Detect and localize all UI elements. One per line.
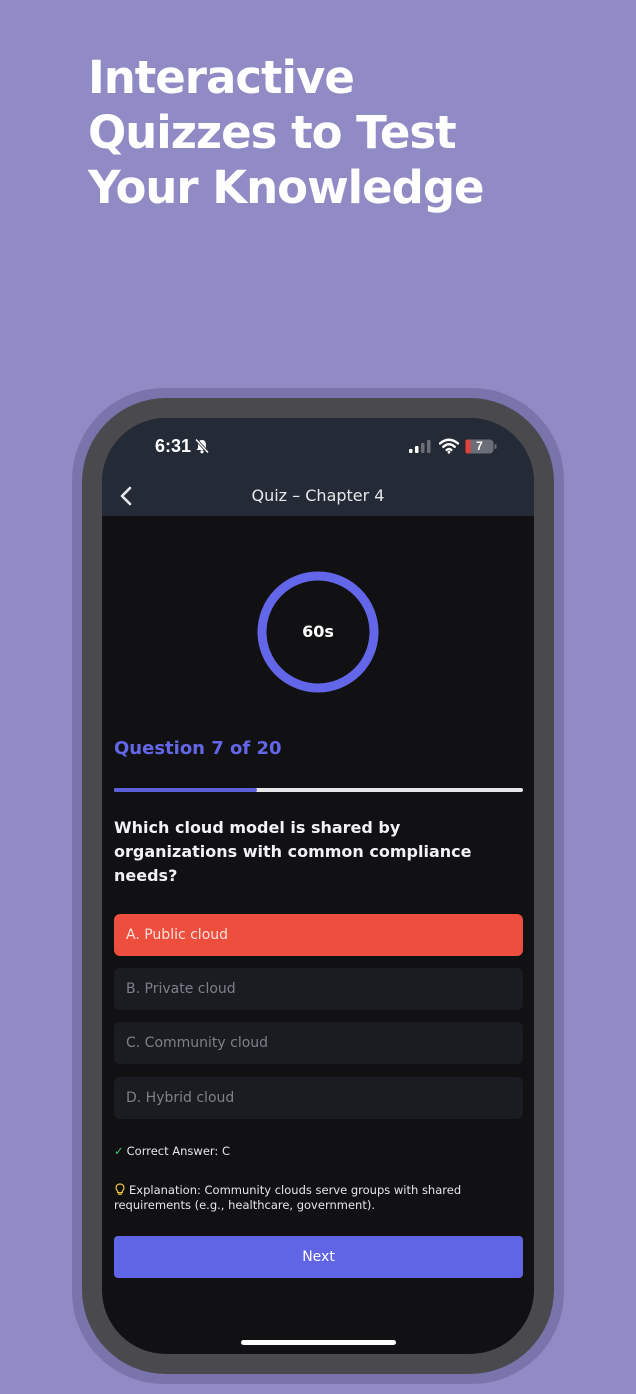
option-a[interactable]: A. Public cloud	[114, 914, 523, 956]
question-text: Which cloud model is shared by organizat…	[114, 818, 472, 885]
home-indicator[interactable]	[241, 1340, 396, 1345]
option-d[interactable]: D. Hybrid cloud	[114, 1077, 523, 1119]
headline-line-3: Your Knowledge	[88, 161, 485, 214]
explanation-block: Explanation: Community clouds serve grou…	[114, 1183, 514, 1213]
app-header: 6:31 7 Quiz – Chapter 4	[102, 418, 534, 516]
battery-level: 7	[476, 439, 483, 453]
bell-slash-icon	[194, 438, 210, 454]
lightbulb-icon	[115, 1183, 125, 1195]
headline-line-2: Quizzes to Test	[88, 106, 457, 159]
timer-label: 60s	[302, 622, 334, 641]
next-button[interactable]: Next	[114, 1236, 523, 1278]
headline-line-1: Interactive	[88, 51, 355, 104]
option-c[interactable]: C. Community cloud	[114, 1022, 523, 1064]
wifi-icon	[439, 438, 459, 454]
quiz-progress-fill	[114, 788, 258, 792]
correct-answer-text: Correct Answer: C	[126, 1144, 230, 1158]
option-b[interactable]: B. Private cloud	[114, 968, 523, 1010]
quiz-progress-bar	[114, 788, 523, 792]
screen-title: Quiz – Chapter 4	[251, 486, 385, 505]
explanation-text: Explanation: Community clouds serve grou…	[114, 1183, 462, 1212]
correct-answer-line: ✓ Correct Answer: C	[114, 1144, 230, 1158]
check-icon: ✓	[114, 1144, 124, 1158]
status-time: 6:31	[155, 436, 192, 456]
signal-icon	[409, 440, 431, 453]
phone-screen: 6:31 7 Quiz – Chapter 4 60s Question 7 o…	[102, 418, 534, 1354]
question-counter: Question 7 of 20	[114, 738, 282, 759]
promo-headline: Interactive Quizzes to Test Your Knowled…	[88, 50, 608, 215]
